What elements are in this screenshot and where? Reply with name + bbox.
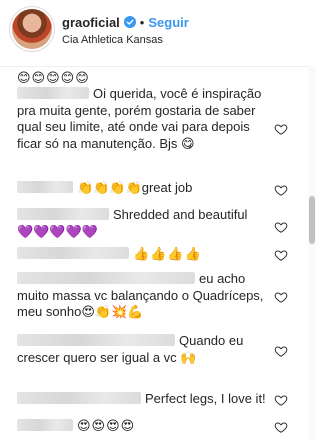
- heart-outline-icon[interactable]: [274, 220, 288, 234]
- heart-outline-icon[interactable]: [274, 393, 288, 407]
- comment-username-blurred[interactable]: [17, 247, 129, 259]
- comment-item: Quando eu crescer quero ser igual a vc 🙌: [17, 333, 267, 366]
- scrollbar-thumb[interactable]: [309, 196, 315, 244]
- comment-item: 👏👏👏👏great job: [17, 180, 267, 197]
- comment-username-blurred[interactable]: [17, 87, 89, 99]
- comment-item: Shredded and beautiful 💜💜💜💜💜: [17, 207, 267, 240]
- comments-list: 😊😊😊😊😊 Oi querida, você é inspiração pra …: [0, 66, 316, 440]
- comment-username-blurred[interactable]: [17, 334, 175, 346]
- comment-item: Perfect legs, I love it!: [17, 391, 267, 408]
- heart-outline-icon[interactable]: [274, 344, 288, 358]
- comment-text: 👍👍👍👍: [133, 246, 202, 261]
- follow-button[interactable]: Seguir: [148, 15, 188, 30]
- heart-outline-icon[interactable]: [274, 248, 288, 262]
- comment-username-blurred[interactable]: [17, 208, 109, 220]
- comment-username-blurred[interactable]: [17, 272, 195, 284]
- comment-item: 😊😊😊😊😊: [17, 70, 267, 87]
- location-link[interactable]: Cia Athletica Kansas: [62, 34, 163, 46]
- avatar[interactable]: [12, 9, 52, 49]
- comment-text: 😊😊😊😊😊: [17, 70, 90, 85]
- comment-username-blurred[interactable]: [17, 419, 73, 431]
- comment-text: Perfect legs, I love it!: [145, 391, 266, 406]
- comment-text: 😍😍😍😍: [77, 418, 136, 433]
- comment-username-blurred[interactable]: [17, 392, 141, 404]
- comment-item: 👍👍👍👍: [17, 246, 267, 263]
- comment-item: 😍😍😍😍: [17, 418, 267, 435]
- heart-outline-icon[interactable]: [274, 420, 288, 434]
- verified-badge-icon: [123, 16, 136, 28]
- heart-outline-icon[interactable]: [274, 183, 288, 197]
- heart-outline-icon[interactable]: [274, 290, 288, 304]
- comment-text: 👏👏👏👏great job: [77, 180, 193, 195]
- heart-outline-icon[interactable]: [274, 122, 288, 136]
- scrollbar-track[interactable]: [308, 66, 316, 440]
- comment-username-blurred[interactable]: [17, 181, 73, 193]
- separator-dot: •: [139, 14, 145, 30]
- username[interactable]: graoficial: [62, 15, 120, 30]
- comment-item: eu acho muito massa vc balançando o Quad…: [17, 271, 267, 321]
- post-header: graoficial • Seguir Cia Athletica Kansas: [0, 0, 316, 67]
- comment-item: Oi querida, você é inspiração pra muita …: [17, 86, 267, 152]
- user-line: graoficial • Seguir: [62, 13, 189, 31]
